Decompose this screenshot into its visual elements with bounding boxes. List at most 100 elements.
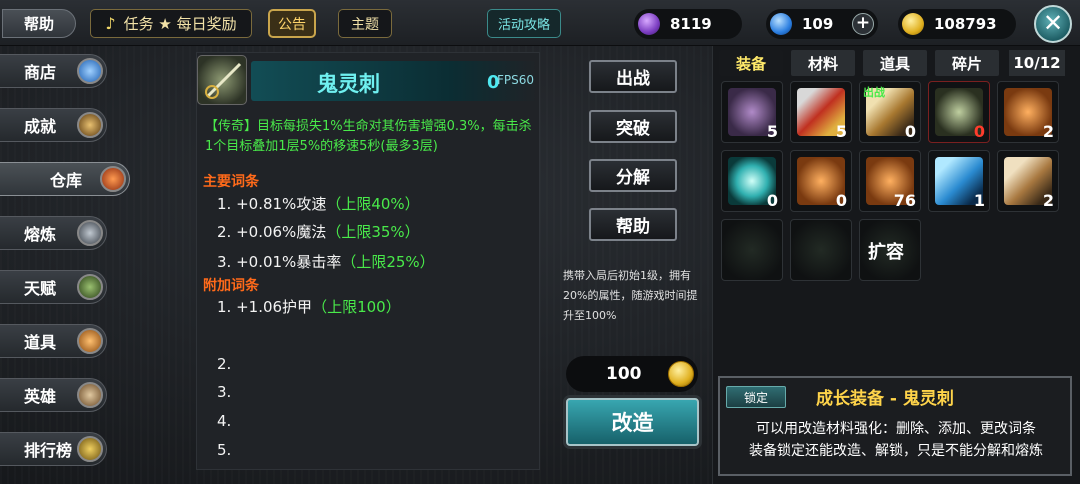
extra-stat-2: 2. <box>217 355 231 373</box>
sidebar-item-label: 道具 <box>24 333 57 352</box>
stat-text: +0.01%暴击率 <box>236 253 342 271</box>
talent-book-icon <box>77 274 103 300</box>
stat-number: 3. <box>217 253 232 271</box>
item-name: 鬼灵刺 <box>317 72 380 96</box>
sidebar-item-label: 商店 <box>24 63 57 82</box>
inventory-slot[interactable]: 1 <box>928 150 990 212</box>
expand-slot-button[interactable]: 扩容 <box>859 219 921 281</box>
info-text: 可以用改造材料强化：删除、添加、更改词条 装备锁定还能改造、解锁，只是不能分解和… <box>728 418 1064 462</box>
refine-button[interactable]: 改造 <box>566 398 699 446</box>
info-line-1: 可以用改造材料强化：删除、添加、更改词条 <box>756 421 1036 437</box>
stat-number: 2. <box>217 355 232 373</box>
sidebar-item-label: 成就 <box>24 117 57 136</box>
empty-slot[interactable] <box>721 219 783 281</box>
slot-count: 1 <box>973 191 985 210</box>
quest-daily-reward-button[interactable]: ♪ 任务 ★ 每日奖励 <box>90 9 252 38</box>
info-title: 成长装备 - 鬼灵刺 <box>816 389 954 409</box>
extra-stats-title: 附加词条 <box>203 278 259 294</box>
inventory-slot[interactable]: 0 <box>721 150 783 212</box>
inventory-slot[interactable]: 5 <box>721 81 783 143</box>
stat-limit: （上限25%） <box>341 253 435 271</box>
refine-cost: 100 <box>566 356 698 392</box>
tab-equipment[interactable]: 装备 <box>719 50 783 76</box>
sidebar-item-heroes[interactable]: 英雄 <box>0 378 107 412</box>
extra-stat-4: 4. <box>217 412 231 430</box>
inventory-slot[interactable]: 76 <box>859 150 921 212</box>
gold-coin-icon <box>902 13 924 35</box>
inventory-capacity: 10/12 <box>1009 50 1065 76</box>
help-action-button[interactable]: 帮助 <box>589 208 677 241</box>
item-header: 鬼灵刺 0 FPS60 <box>197 55 541 107</box>
equipped-tag: 出战 <box>863 86 885 99</box>
hero-scroll-icon <box>77 382 103 408</box>
help-button[interactable]: 帮助 <box>2 9 76 38</box>
tab-materials[interactable]: 材料 <box>791 50 855 76</box>
warehouse-icon <box>100 166 126 192</box>
shop-icon <box>77 58 103 84</box>
music-note-icon: ♪ <box>105 14 116 33</box>
sidebar-item-leaderboard[interactable]: 排行榜 <box>0 432 107 466</box>
gem-resource: 109 + <box>766 9 878 39</box>
item-description: 【传奇】目标每损失1%生命对其伤害增强0.3%，每击杀1个目标叠加1层5%的移速… <box>205 119 532 154</box>
trophy-icon <box>77 436 103 462</box>
fps-counter: FPS60 <box>497 73 535 87</box>
gem-count: 109 <box>802 15 834 33</box>
close-button[interactable]: ✕ <box>1034 5 1072 43</box>
inventory-slot[interactable]: 2 <box>997 81 1059 143</box>
sidebar-item-label: 英雄 <box>24 387 57 406</box>
main-stat-3: 3. +0.01%暴击率（上限25%） <box>217 251 435 272</box>
main-stats-title: 主要词条 <box>203 174 259 190</box>
extra-stat-1: 1. +1.06护甲（上限100） <box>217 296 401 317</box>
breakthrough-button[interactable]: 突破 <box>589 110 677 143</box>
quest-label: 任务 ★ 每日奖励 <box>123 15 237 33</box>
sidebar-item-talent[interactable]: 天赋 <box>0 270 107 304</box>
inventory-slot[interactable]: 0 <box>928 81 990 143</box>
achievement-icon <box>77 112 103 138</box>
slot-count: 76 <box>893 191 916 210</box>
announcement-button[interactable]: 公告 <box>268 9 316 38</box>
decompose-button[interactable]: 分解 <box>589 159 677 192</box>
add-gems-button[interactable]: + <box>852 13 874 35</box>
sidebar-item-items[interactable]: 道具 <box>0 324 107 358</box>
slot-count: 5 <box>835 122 847 141</box>
ghost-spike-icon <box>197 55 247 105</box>
inventory-slot[interactable]: 5 <box>790 81 852 143</box>
gold-resource: 108793 <box>898 9 1016 39</box>
slot-count: 0 <box>835 191 847 210</box>
equip-button[interactable]: 出战 <box>589 60 677 93</box>
slot-count: 2 <box>1042 122 1054 141</box>
gold-count: 108793 <box>934 15 997 33</box>
stat-number: 4. <box>217 412 232 430</box>
item-info-box: 锁定 成长装备 - 鬼灵刺 可以用改造材料强化：删除、添加、更改词条 装备锁定还… <box>718 376 1072 476</box>
feather-icon <box>638 13 660 35</box>
stat-number: 1. <box>217 195 232 213</box>
inventory-slot[interactable]: 出战 0 <box>859 81 921 143</box>
sidebar-item-warehouse[interactable]: 仓库 <box>0 162 130 196</box>
sidebar-item-shop[interactable]: 商店 <box>0 54 107 88</box>
sidebar-item-achievements[interactable]: 成就 <box>0 108 107 142</box>
slot-count: 0 <box>973 122 985 141</box>
lock-button[interactable]: 锁定 <box>726 386 786 408</box>
main-stat-2: 2. +0.06%魔法（上限35%） <box>217 221 420 242</box>
sidebar-item-smelting[interactable]: 熔炼 <box>0 216 107 250</box>
stat-number: 3. <box>217 383 232 401</box>
stat-text: +0.06%魔法 <box>236 223 327 241</box>
theme-button[interactable]: 主题 <box>338 9 392 38</box>
stat-limit: （上限40%） <box>326 195 420 213</box>
inventory-slot[interactable]: 0 <box>790 150 852 212</box>
item-bag-icon <box>77 328 103 354</box>
sidebar-item-label: 天赋 <box>24 279 57 298</box>
sidebar: ◂ 商店 成就 仓库 熔炼 天赋 道具 英雄 排行榜 <box>0 46 138 484</box>
info-line-2: 装备锁定还能改造、解锁，只是不能分解和熔炼 <box>749 443 1043 459</box>
extra-stat-3: 3. <box>217 383 231 401</box>
inventory-slot[interactable]: 2 <box>997 150 1059 212</box>
tab-items[interactable]: 道具 <box>863 50 927 76</box>
stat-number: 2. <box>217 223 232 241</box>
tab-fragments[interactable]: 碎片 <box>935 50 999 76</box>
feather-resource: 8119 <box>634 9 742 39</box>
slot-count: 5 <box>766 122 778 141</box>
expand-label: 扩容 <box>868 242 904 263</box>
event-guide-button[interactable]: 活动攻略 <box>487 9 561 38</box>
item-detail-panel: 鬼灵刺 0 FPS60 【传奇】目标每损失1%生命对其伤害增强0.3%，每击杀1… <box>196 52 540 470</box>
empty-slot[interactable] <box>790 219 852 281</box>
